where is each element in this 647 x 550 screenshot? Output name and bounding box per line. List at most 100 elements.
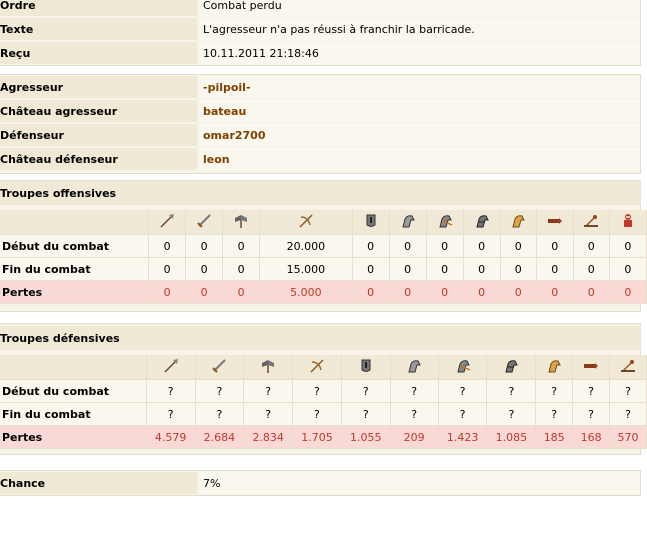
offense-unit-col-3	[260, 210, 353, 235]
defense-unit-col-8	[536, 355, 574, 380]
offense-cell: 0	[500, 281, 537, 304]
defender-link[interactable]: omar2700	[203, 129, 265, 142]
offense-cell: 0	[149, 235, 187, 258]
defense-header-blank	[0, 355, 147, 380]
offense-unit-col-2	[223, 210, 261, 235]
offense-header-blank	[0, 210, 150, 235]
offense-unit-col-9	[536, 210, 574, 235]
text-label: Texte	[0, 18, 197, 40]
defense-unit-col-1	[195, 355, 245, 380]
defense-cell: ?	[146, 380, 196, 403]
defense-cell: ?	[573, 403, 611, 426]
offense-unit-col-6	[426, 210, 464, 235]
defense-cell: 2.834	[244, 426, 294, 449]
defense-cell: 168	[573, 426, 611, 449]
order-label: Ordre	[0, 0, 197, 16]
crossbow-icon	[298, 213, 314, 229]
received-label: Reçu	[0, 42, 197, 64]
offense-unit-col-4	[352, 210, 390, 235]
armored-foot-icon	[363, 213, 379, 229]
defense-row: Pertes 4.579 2.684 2.834 1.705 1.055 209 1.423 1…	[0, 426, 647, 449]
defense-unit-col-0	[146, 355, 196, 380]
offense-cell: 0	[223, 258, 261, 281]
attacker-castle-label: Château agresseur	[0, 100, 197, 122]
offense-cell: 5.000	[260, 281, 353, 304]
sword-icon	[211, 358, 227, 374]
defense-cell: ?	[573, 380, 611, 403]
defense-title: Troupes défensives	[0, 326, 641, 350]
offense-cell: 0	[352, 235, 390, 258]
offense-table: Début du combat 0 0 0 20.000 0 0 0 0 0 0 0 0 Fin du c…	[0, 210, 647, 304]
lancer-horse-icon	[455, 358, 471, 374]
defender-castle-link[interactable]: leon	[203, 153, 230, 166]
offense-row: Pertes 0 0 0 5.000 0 0 0 0 0 0 0 0	[0, 281, 647, 304]
defense-cell: 1.423	[438, 426, 488, 449]
defense-cell: ?	[195, 380, 245, 403]
offense-cell: 0	[186, 258, 224, 281]
defense-cell: ?	[293, 403, 342, 426]
defense-cell: ?	[438, 380, 488, 403]
offense-cell: 0	[500, 235, 537, 258]
offense-cell: 0	[536, 235, 574, 258]
offense-unit-col-5	[389, 210, 427, 235]
defense-cell: ?	[195, 403, 245, 426]
offense-title: Troupes offensives	[0, 181, 641, 205]
defense-unit-col-4	[341, 355, 391, 380]
defense-row-label: Début du combat	[0, 380, 147, 403]
offense-cell: 0	[609, 258, 647, 281]
offense-cell: 0	[463, 258, 501, 281]
received-value: 10.11.2011 21:18:46	[199, 42, 640, 64]
defense-cell: ?	[390, 380, 439, 403]
defense-unit-col-5	[390, 355, 439, 380]
defense-cell: 1.705	[293, 426, 342, 449]
knight-icon	[620, 213, 636, 229]
spear-icon	[159, 213, 175, 229]
defense-cell: ?	[244, 403, 294, 426]
offense-cell: 0	[463, 235, 501, 258]
chance-value: 7%	[199, 472, 640, 494]
offense-row-label: Fin du combat	[0, 258, 150, 281]
defense-unit-col-10	[610, 355, 647, 380]
defense-unit-col-6	[438, 355, 488, 380]
offense-cell: 0	[149, 281, 187, 304]
attacker-castle-link[interactable]: bateau	[203, 105, 246, 118]
offense-cell: 0	[389, 258, 427, 281]
offense-unit-col-10	[573, 210, 610, 235]
catapult-icon	[620, 358, 636, 374]
offense-cell: 0	[426, 235, 464, 258]
offense-row: Fin du combat 0 0 0 15.000 0 0 0 0 0 0 0 0	[0, 258, 647, 281]
offense-cell: 0	[463, 281, 501, 304]
ram-icon	[583, 358, 599, 374]
catapult-icon	[583, 213, 599, 229]
defense-unit-col-9	[573, 355, 611, 380]
defense-cell: 209	[390, 426, 439, 449]
offense-cell: 0	[186, 281, 224, 304]
attacker-link[interactable]: -pilpoil-	[203, 81, 251, 94]
heavy-horse-icon	[474, 213, 490, 229]
offense-row-label: Pertes	[0, 281, 150, 304]
offense-cell: 0	[389, 281, 427, 304]
defense-cell: ?	[244, 380, 294, 403]
offense-cell: 0	[500, 258, 537, 281]
chance-label: Chance	[0, 472, 197, 494]
defense-cell: ?	[487, 403, 537, 426]
offense-cell: 0	[223, 281, 261, 304]
offense-cell: 0	[573, 281, 610, 304]
defense-cell: 570	[610, 426, 647, 449]
offense-cell: 0	[573, 258, 610, 281]
defense-row-label: Pertes	[0, 426, 147, 449]
offense-cell: 0	[573, 235, 610, 258]
defense-cell: 185	[536, 426, 574, 449]
offense-row: Début du combat 0 0 0 20.000 0 0 0 0 0 0 0 0	[0, 235, 647, 258]
defense-cell: ?	[341, 403, 391, 426]
offense-cell: 0	[426, 258, 464, 281]
offense-cell: 0	[426, 281, 464, 304]
offense-unit-col-1	[186, 210, 224, 235]
defense-table: Début du combat??????????? Fin du combat?…	[0, 355, 647, 449]
attacker-label: Agresseur	[0, 76, 197, 98]
offense-cell: 0	[149, 258, 187, 281]
horse-icon	[406, 358, 422, 374]
defense-header-row	[0, 355, 647, 380]
defense-row: Fin du combat???????????	[0, 403, 647, 426]
offense-cell: 0	[389, 235, 427, 258]
